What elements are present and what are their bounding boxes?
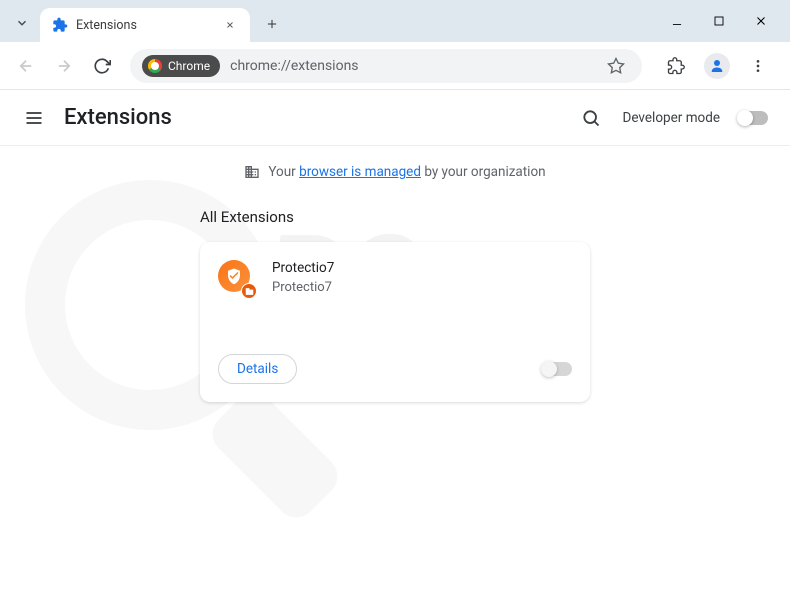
- main-menu-button[interactable]: [22, 106, 46, 130]
- forward-button[interactable]: [48, 50, 80, 82]
- puzzle-icon: [52, 17, 68, 33]
- reload-button[interactable]: [86, 50, 118, 82]
- search-button[interactable]: [577, 104, 605, 132]
- page-title: Extensions: [64, 105, 172, 130]
- back-button[interactable]: [10, 50, 42, 82]
- browser-tab[interactable]: Extensions: [40, 8, 250, 42]
- window-controls: [668, 0, 790, 42]
- address-bar: Chrome chrome://extensions: [0, 42, 790, 90]
- tab-search-button[interactable]: [8, 9, 36, 37]
- chrome-logo-icon: [148, 59, 162, 73]
- close-tab-button[interactable]: [222, 17, 238, 33]
- window-titlebar: Extensions: [0, 0, 790, 42]
- managed-suffix: by your organization: [421, 164, 546, 180]
- managed-notice: Your browser is managed by your organiza…: [0, 146, 790, 198]
- developer-mode-label: Developer mode: [623, 110, 721, 126]
- page-header: Extensions Developer mode: [0, 90, 790, 146]
- extension-description: Protectio7: [272, 280, 572, 295]
- omnibox[interactable]: Chrome chrome://extensions: [130, 49, 642, 83]
- bookmark-button[interactable]: [602, 52, 630, 80]
- new-tab-button[interactable]: [258, 10, 286, 38]
- managed-link[interactable]: browser is managed: [299, 164, 421, 180]
- chrome-badge: Chrome: [142, 55, 220, 77]
- extension-name: Protectio7: [272, 260, 572, 276]
- close-window-button[interactable]: [752, 12, 770, 30]
- details-button[interactable]: Details: [218, 354, 297, 384]
- maximize-button[interactable]: [710, 12, 728, 30]
- extension-toggle[interactable]: [542, 362, 572, 376]
- profile-button[interactable]: [704, 53, 730, 79]
- managed-prefix: Your: [268, 164, 299, 180]
- building-icon: [244, 164, 260, 180]
- extensions-button[interactable]: [662, 52, 690, 80]
- section-title: All Extensions: [200, 208, 590, 226]
- content-area: All Extensions Protectio7 Protectio7 Det…: [0, 198, 790, 412]
- developer-mode-toggle[interactable]: [738, 111, 768, 125]
- chrome-badge-label: Chrome: [168, 59, 210, 73]
- tab-title: Extensions: [76, 18, 214, 33]
- managed-badge-icon: [241, 283, 257, 299]
- menu-button[interactable]: [744, 52, 772, 80]
- extension-icon: [218, 260, 254, 296]
- url-text: chrome://extensions: [230, 58, 358, 74]
- minimize-button[interactable]: [668, 12, 686, 30]
- extension-card: Protectio7 Protectio7 Details: [200, 242, 590, 402]
